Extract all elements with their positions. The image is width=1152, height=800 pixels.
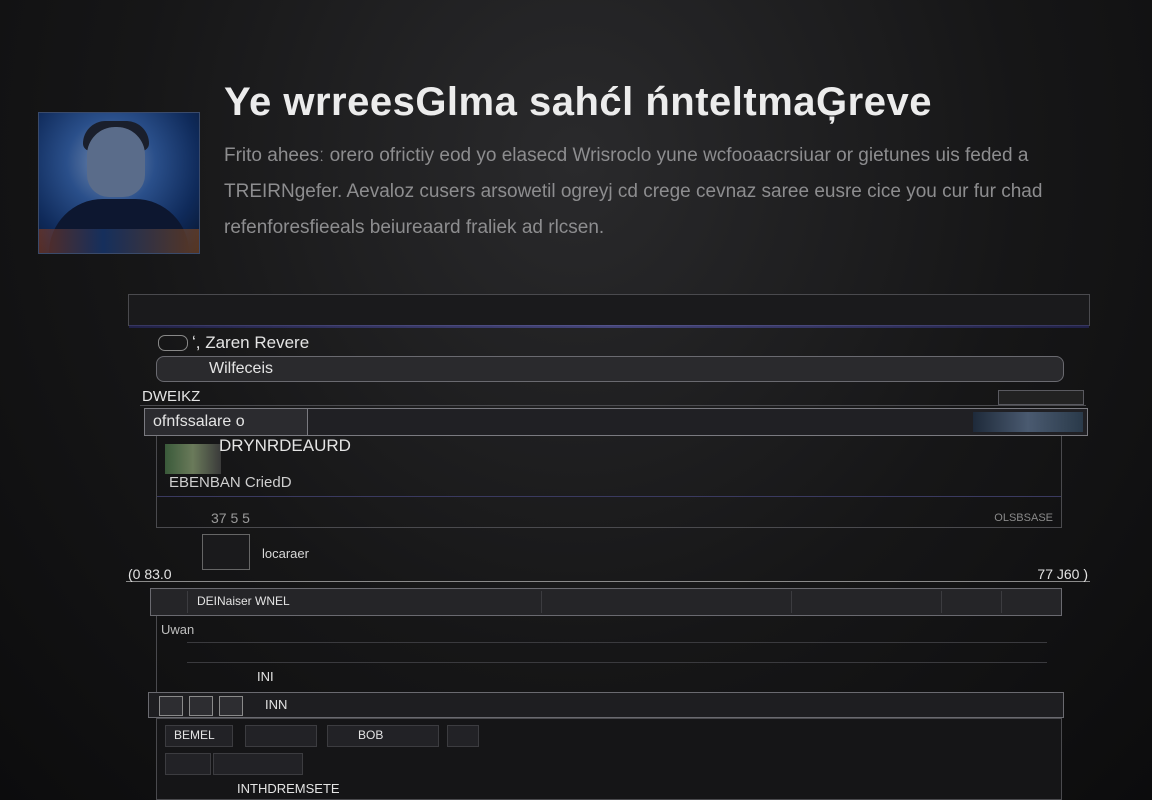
range-start: (0 83.0	[128, 566, 172, 582]
content-section: DRYNRDEAURD EBENBAN CriedD 37 5 5 OLSBSA…	[156, 436, 1062, 528]
control-row: INN	[148, 692, 1064, 718]
section-subtitle: EBENBAN CriedD	[169, 474, 292, 491]
toolbar-button[interactable]	[791, 591, 942, 613]
section-thumbnail	[165, 444, 221, 474]
user-line[interactable]: ʻ, Zaren Revere	[156, 332, 336, 354]
user-name: ʻ, Zaren Revere	[192, 333, 310, 352]
user-icon	[158, 335, 188, 351]
tab-bar: ofnfssalare o	[144, 408, 1088, 436]
hero-avatar	[38, 112, 200, 254]
control-label: INN	[265, 697, 288, 712]
control-button[interactable]	[159, 696, 183, 716]
grid-footer: INTHDREMSETE	[237, 781, 340, 796]
avatar-glow	[39, 229, 199, 253]
range-row: (0 83.0 77 J60 )	[126, 566, 1090, 582]
toolbar-button[interactable]	[157, 591, 188, 613]
grid-cell[interactable]	[213, 753, 303, 775]
media-thumbnail[interactable]	[202, 534, 250, 570]
control-button[interactable]	[189, 696, 213, 716]
grid-cell-label: BOB	[358, 728, 384, 742]
tab-label: ofnfssalare o	[153, 413, 245, 430]
media-label: locaraer	[262, 546, 309, 561]
toolbar-button[interactable]	[941, 591, 1002, 613]
tab-thumbnail	[973, 412, 1083, 432]
header-panel	[128, 294, 1090, 328]
toolbar-button[interactable]	[541, 591, 792, 613]
list-row-divider	[187, 642, 1047, 643]
section-tag: OLSBSASE	[994, 512, 1053, 524]
section-count: 37 5 5	[211, 510, 250, 526]
section-title: DRYNRDEAURD	[219, 436, 351, 455]
list-panel: Uwan INI	[156, 616, 1062, 694]
grid-cell[interactable]: BOB	[327, 725, 439, 747]
grid-cell[interactable]	[165, 753, 211, 775]
section-divider	[157, 496, 1061, 497]
toolbar-button[interactable]	[391, 591, 542, 613]
toolbar: DEINaiser WNEL	[150, 588, 1062, 616]
content-grid: BEMEL BOB INTHDREMSETE	[156, 718, 1062, 800]
list-header: Uwan	[161, 622, 195, 637]
filter-row: DWEIKZ	[140, 388, 1086, 406]
control-button[interactable]	[219, 696, 243, 716]
toolbar-button[interactable]	[1001, 591, 1057, 613]
grid-cell[interactable]	[245, 725, 317, 747]
range-end: 77 J60 )	[1037, 566, 1088, 582]
search-input[interactable]: Wilfeceis	[156, 356, 1064, 382]
page-title: Ye wrreesGlma sahćl ńnteltmaĢreve	[224, 80, 932, 124]
toolbar-label: DEINaiser WNEL	[197, 594, 290, 608]
list-count: INI	[257, 669, 274, 684]
list-row-divider	[187, 662, 1047, 663]
filter-chip[interactable]	[998, 390, 1084, 405]
grid-cell[interactable]: BEMEL	[165, 725, 233, 747]
avatar-face	[87, 127, 145, 197]
filter-label: DWEIKZ	[142, 388, 201, 405]
page-description: Frito aheesː orero ofrictiy eod yo elase…	[224, 145, 1043, 238]
search-value: Wilfeceis	[209, 360, 274, 377]
tab-active[interactable]: ofnfssalare o	[145, 409, 308, 435]
grid-cell[interactable]	[447, 725, 479, 747]
grid-cell-label: BEMEL	[174, 728, 215, 742]
